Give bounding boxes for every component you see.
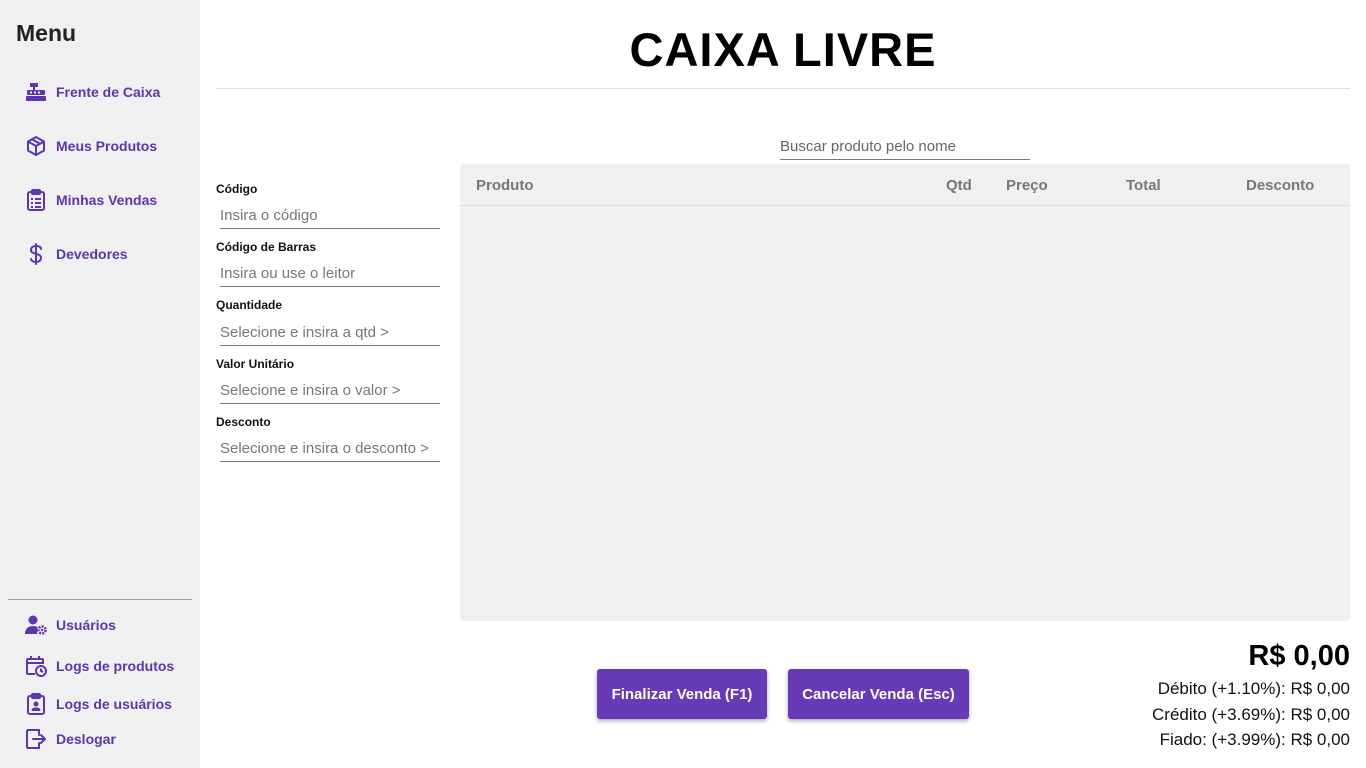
dollar-icon: [24, 242, 48, 266]
clipboard-user-icon: [24, 692, 48, 716]
cancel-sale-button[interactable]: Cancelar Venda (Esc): [788, 669, 969, 719]
column-header-qtd[interactable]: Qtd: [946, 177, 972, 194]
sidebar: Menu Frente de Caixa Meus Produtos Minha…: [0, 0, 200, 768]
table-header: Produto Qtd Preço Total Desconto: [460, 164, 1350, 206]
valor-unitario-input[interactable]: [220, 378, 440, 404]
sidebar-item-label: Minhas Vendas: [56, 192, 158, 208]
sidebar-item-label: Logs de usuários: [56, 696, 172, 712]
clipboard-list-icon: [24, 188, 48, 212]
valor-unitario-label: Valor Unitário: [216, 357, 295, 371]
quantidade-input[interactable]: [220, 320, 440, 346]
sidebar-item-label: Logs de produtos: [56, 658, 175, 674]
product-search-input[interactable]: [780, 134, 1030, 160]
logout-icon: [24, 727, 48, 751]
codigo-input[interactable]: [220, 203, 440, 229]
column-header-preco[interactable]: Preço: [1006, 177, 1048, 194]
codigo-barras-input[interactable]: [220, 261, 440, 287]
sidebar-item-meus-produtos[interactable]: Meus Produtos: [24, 134, 157, 158]
column-header-total[interactable]: Total: [1126, 177, 1161, 194]
finalize-sale-button[interactable]: Finalizar Venda (F1): [597, 669, 767, 719]
sidebar-item-logs-de-usuarios[interactable]: Logs de usuários: [24, 692, 172, 716]
desconto-input[interactable]: [220, 436, 440, 462]
products-table: Produto Qtd Preço Total Desconto: [460, 164, 1350, 621]
codigo-label: Código: [216, 182, 258, 196]
debit-total: Débito (+1.10%): R$ 0,00: [1157, 679, 1350, 698]
sidebar-item-label: Meus Produtos: [56, 138, 158, 154]
sidebar-item-label: Frente de Caixa: [56, 84, 161, 100]
sidebar-item-devedores[interactable]: Devedores: [24, 242, 128, 266]
desconto-label: Desconto: [216, 415, 271, 429]
page-title: CAIXA LIVRE: [629, 23, 937, 76]
fiado-total: Fiado: (+3.99%): R$ 0,00: [1159, 730, 1350, 749]
sidebar-item-frente-de-caixa[interactable]: Frente de Caixa: [24, 80, 160, 104]
menu-title: Menu: [16, 20, 77, 46]
sidebar-item-label: Devedores: [56, 246, 128, 262]
codigo-barras-label: Código de Barras: [216, 240, 317, 254]
box-icon: [24, 134, 48, 158]
sidebar-item-label: Usuários: [56, 617, 116, 633]
sidebar-item-deslogar[interactable]: Deslogar: [24, 727, 116, 751]
sale-total: R$ 0,00: [1248, 640, 1350, 672]
column-header-desconto[interactable]: Desconto: [1246, 177, 1314, 194]
user-cog-icon: [24, 613, 48, 637]
sidebar-item-logs-de-produtos[interactable]: Logs de produtos: [24, 654, 174, 678]
title-divider: [216, 88, 1350, 89]
column-header-produto[interactable]: Produto: [476, 177, 534, 194]
sidebar-item-minhas-vendas[interactable]: Minhas Vendas: [24, 188, 157, 212]
quantidade-label: Quantidade: [216, 298, 283, 312]
credit-total: Crédito (+3.69%): R$ 0,00: [1152, 705, 1350, 724]
sidebar-divider: [8, 599, 192, 600]
sidebar-item-usuarios[interactable]: Usuários: [24, 613, 116, 637]
sidebar-item-label: Deslogar: [56, 731, 116, 747]
calendar-clock-icon: [24, 654, 48, 678]
cash-register-icon: [24, 80, 48, 104]
